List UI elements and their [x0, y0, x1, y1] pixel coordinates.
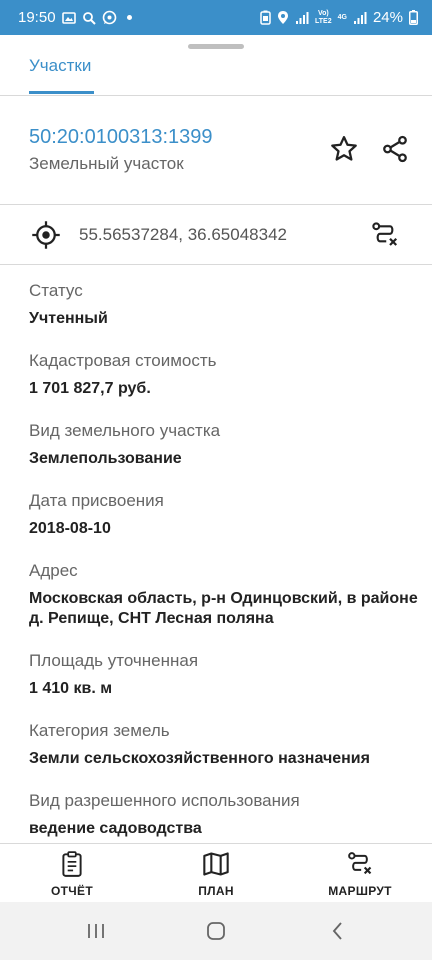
- divider: [0, 204, 432, 205]
- field-value-assign-date: 2018-08-10: [29, 520, 111, 537]
- field-value-status: Учтенный: [29, 310, 108, 327]
- field-value-parcel-kind: Землепользование: [29, 450, 182, 467]
- star-icon: [331, 136, 357, 161]
- bottom-nav: ОТЧЁТ ПЛАН МАРШРУТ: [0, 843, 432, 902]
- status-bar: 19:50 Vo) LTE2 4G 24%: [0, 0, 432, 35]
- field-label-assign-date: Дата присвоения: [29, 491, 164, 510]
- signal-icon: [295, 11, 309, 25]
- divider: [0, 264, 432, 265]
- home-icon: [207, 922, 225, 940]
- clipboard-icon: [62, 851, 82, 877]
- crosshair-icon: [32, 221, 60, 249]
- report-button[interactable]: ОТЧЁТ: [22, 850, 122, 898]
- route-nav-button[interactable]: МАРШРУТ: [310, 850, 410, 898]
- field-label-area: Площадь уточненная: [29, 651, 199, 670]
- whatsapp-icon: [102, 10, 117, 25]
- home-button[interactable]: [196, 917, 236, 945]
- battery-icon: [409, 10, 418, 25]
- coordinates[interactable]: 55.56537284, 36.65048342: [79, 225, 287, 245]
- location-icon: [277, 10, 289, 25]
- field-value-area: 1 410 кв. м: [29, 680, 113, 697]
- field-value-land-category: Земли сельскохозяйственного назначения: [29, 750, 370, 767]
- plan-button[interactable]: ПЛАН: [166, 850, 266, 898]
- network-indicator: Vo) LTE2: [315, 9, 332, 25]
- plan-label: ПЛАН: [198, 884, 234, 898]
- route-label: МАРШРУТ: [328, 884, 392, 898]
- tab-parcels[interactable]: Участки: [29, 56, 91, 76]
- field-value-cadastral-value: 1 701 827,7 руб.: [29, 380, 151, 397]
- field-label-status: Статус: [29, 281, 83, 300]
- map-icon: [203, 852, 229, 876]
- route-cancel-icon: [372, 222, 398, 246]
- recent-apps-icon: [88, 924, 104, 938]
- signal-icon: [353, 11, 367, 25]
- status-time: 19:50: [18, 9, 56, 26]
- network-gen: 4G: [337, 13, 347, 21]
- locate-button[interactable]: [30, 219, 62, 251]
- field-label-land-category: Категория земель: [29, 721, 170, 740]
- back-button[interactable]: [318, 917, 358, 945]
- notification-dot: [126, 15, 132, 20]
- cadastral-number[interactable]: 50:20:0100313:1399: [29, 126, 213, 149]
- share-button[interactable]: [377, 131, 413, 167]
- image-icon: [61, 11, 76, 25]
- divider: [0, 95, 432, 96]
- back-icon: [332, 922, 342, 940]
- battery-percent: 24%: [372, 9, 403, 26]
- share-icon: [383, 135, 407, 163]
- route-button[interactable]: [368, 218, 402, 252]
- favorite-button[interactable]: [326, 131, 362, 167]
- report-label: ОТЧЁТ: [51, 884, 93, 898]
- recent-apps-button[interactable]: [76, 917, 116, 945]
- field-value-address: Московская область, р-н Одинцовский, в р…: [29, 590, 418, 627]
- system-nav-bar: [0, 902, 432, 960]
- parcel-type: Земельный участок: [29, 154, 184, 173]
- battery-saver-icon: [260, 10, 271, 25]
- tab-indicator: [29, 91, 94, 94]
- field-label-address: Адрес: [29, 561, 78, 580]
- field-label-cadastral-value: Кадастровая стоимость: [29, 351, 217, 370]
- search-icon: [82, 11, 96, 25]
- field-label-parcel-kind: Вид земельного участка: [29, 421, 221, 440]
- field-value-permitted-use: ведение садоводства: [29, 820, 202, 837]
- route-cancel-icon: [348, 852, 372, 875]
- sheet-drag-handle[interactable]: [188, 44, 244, 49]
- field-label-permitted-use: Вид разрешенного использования: [29, 791, 300, 810]
